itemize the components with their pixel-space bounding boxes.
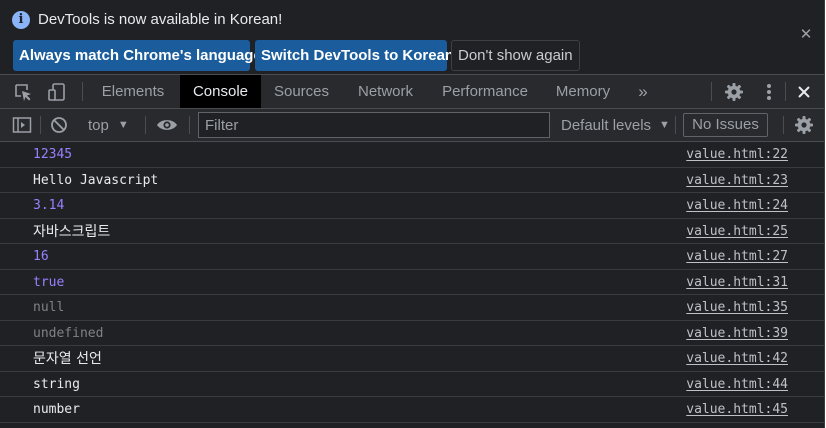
source-link[interactable]: value.html:27	[686, 244, 788, 270]
console-message-row: undefined value.html:39	[0, 321, 824, 347]
source-link[interactable]: value.html:22	[686, 142, 788, 168]
toolbar-divider	[40, 116, 41, 134]
tab-memory[interactable]: Memory	[546, 75, 620, 108]
main-tab-bar: Elements Console Sources Network Perform…	[0, 75, 824, 109]
eye-icon[interactable]	[154, 109, 180, 141]
console-message-row: string value.html:44	[0, 372, 824, 398]
source-link[interactable]: value.html:23	[686, 168, 788, 194]
toolbar-divider	[189, 116, 190, 134]
console-settings-icon[interactable]	[793, 109, 815, 141]
toolbar-divider	[145, 116, 146, 134]
info-icon: i	[12, 11, 30, 29]
console-message-text: 16	[33, 249, 49, 264]
source-link[interactable]: value.html:25	[686, 219, 788, 245]
console-message-text: 3.14	[33, 198, 65, 213]
console-message-text: 자바스크립트	[33, 223, 111, 240]
switch-to-korean-button[interactable]: Switch DevTools to Korean	[255, 40, 454, 71]
more-tabs-chevron-icon[interactable]: »	[630, 75, 656, 108]
tab-elements[interactable]: Elements	[92, 75, 174, 108]
tab-divider	[785, 82, 786, 101]
issues-button[interactable]: No Issues	[683, 113, 768, 137]
settings-gear-icon[interactable]	[722, 75, 746, 108]
toolbar-divider	[783, 116, 784, 134]
more-vertical-icon[interactable]	[759, 75, 779, 108]
console-message-row: null value.html:35	[0, 295, 824, 321]
language-infobar: i DevTools is now available in Korean! ✕…	[0, 0, 824, 75]
console-message-text: 문자열 선언	[33, 351, 102, 367]
console-message-row: 16 value.html:27	[0, 244, 824, 270]
console-message-row: Hello Javascript value.html:23	[0, 168, 824, 194]
source-link[interactable]: value.html:45	[686, 397, 788, 423]
console-output: 12345 value.html:22 Hello Javascript val…	[0, 142, 824, 428]
context-selector-label: top	[88, 116, 109, 134]
tab-performance[interactable]: Performance	[434, 75, 536, 108]
filter-input[interactable]	[198, 112, 550, 138]
console-toolbar: top ▼ Default levels ▼ No Issues	[0, 109, 824, 142]
toolbar-divider	[675, 116, 676, 134]
device-toolbar-icon[interactable]	[44, 75, 70, 108]
console-message-row: 자바스크립트 value.html:25	[0, 219, 824, 245]
devtools-panel: i DevTools is now available in Korean! ✕…	[0, 0, 825, 428]
close-devtools-icon[interactable]	[794, 75, 814, 108]
infobar-message: DevTools is now available in Korean!	[38, 11, 283, 28]
console-message-row: number value.html:45	[0, 397, 824, 423]
console-message-text: undefined	[33, 325, 104, 341]
tab-network[interactable]: Network	[347, 75, 424, 108]
console-message-text: 12345	[33, 147, 73, 162]
log-levels-dropdown[interactable]: Default levels ▼	[561, 109, 670, 141]
console-message-row: 12345 value.html:22	[0, 142, 824, 168]
console-message-text: null	[33, 300, 65, 315]
console-message-text: Hello Javascript	[33, 172, 159, 188]
source-link[interactable]: value.html:44	[686, 372, 788, 398]
source-link[interactable]: value.html:35	[686, 295, 788, 321]
always-match-language-button[interactable]: Always match Chrome's language	[13, 40, 262, 71]
console-message-row: true value.html:31	[0, 270, 824, 296]
chevron-down-icon: ▼	[117, 119, 129, 131]
chevron-down-icon: ▼	[659, 119, 670, 131]
console-message-text: true	[33, 274, 65, 290]
log-levels-label: Default levels	[561, 116, 652, 134]
console-message-text: number	[33, 402, 80, 417]
context-selector[interactable]: top ▼	[88, 109, 136, 141]
console-message-text: string	[33, 376, 80, 392]
console-message-row: 문자열 선언 value.html:42	[0, 346, 824, 372]
console-message-row: 3.14 value.html:24	[0, 193, 824, 219]
source-link[interactable]: value.html:24	[686, 193, 788, 219]
tab-divider	[82, 82, 83, 101]
source-link[interactable]: value.html:39	[686, 321, 788, 347]
tab-console[interactable]: Console	[180, 75, 261, 108]
clear-console-icon[interactable]	[48, 109, 70, 141]
close-icon[interactable]: ✕	[798, 27, 814, 43]
inspect-element-icon[interactable]	[10, 75, 36, 108]
tab-divider	[711, 82, 712, 101]
tab-sources[interactable]: Sources	[266, 75, 337, 108]
dont-show-again-button[interactable]: Don't show again	[451, 40, 580, 71]
source-link[interactable]: value.html:31	[686, 270, 788, 296]
sidebar-toggle-icon[interactable]	[10, 109, 34, 141]
source-link[interactable]: value.html:42	[686, 346, 788, 372]
